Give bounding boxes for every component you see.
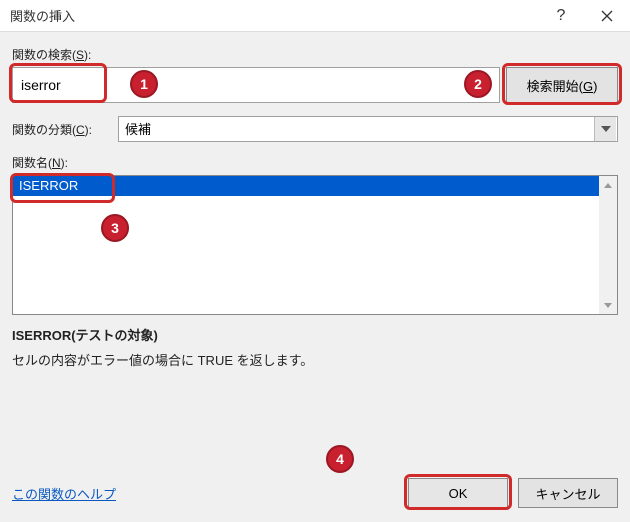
scrollbar[interactable] [599, 176, 617, 314]
annotation-badge-4: 4 [326, 445, 354, 473]
category-select[interactable]: 候補 [118, 116, 618, 142]
window-title: 関数の挿入 [10, 6, 75, 25]
category-selected-value: 候補 [119, 119, 594, 138]
scroll-track[interactable] [599, 194, 617, 296]
search-input[interactable] [12, 67, 500, 103]
list-item[interactable]: ISERROR [13, 176, 599, 196]
function-syntax: ISERROR(テストの対象) [12, 325, 618, 344]
titlebar: 関数の挿入 ? [0, 0, 630, 32]
function-description: セルの内容がエラー値の場合に TRUE を返します。 [12, 350, 618, 369]
help-button[interactable]: ? [538, 0, 584, 32]
search-start-button[interactable]: 検索開始(G) [506, 67, 618, 103]
help-link[interactable]: この関数のヘルプ [12, 484, 116, 503]
close-button[interactable] [584, 0, 630, 32]
scroll-down-icon[interactable] [599, 296, 617, 314]
search-label: 関数の検索(S): [12, 46, 618, 63]
function-name-label: 関数名(N): [12, 154, 618, 171]
function-listbox[interactable]: ISERROR 3 [12, 175, 618, 315]
category-label: 関数の分類(C): [12, 121, 112, 138]
close-icon [601, 10, 613, 22]
ok-button[interactable]: OK [408, 478, 508, 508]
cancel-button[interactable]: キャンセル [518, 478, 618, 508]
chevron-down-icon [594, 117, 616, 141]
scroll-up-icon[interactable] [599, 176, 617, 194]
